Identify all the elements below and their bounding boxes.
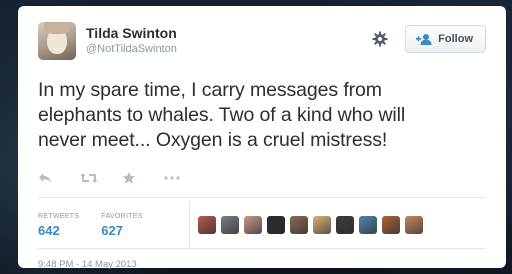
favoriter-avatar[interactable] [404,216,423,234]
reply-icon[interactable] [38,172,80,184]
favoriter-avatar[interactable] [197,216,216,234]
gear-icon[interactable] [369,28,391,50]
favorites-stat[interactable]: FAVORITES 627 [101,212,142,239]
favoriter-avatar[interactable] [381,216,400,234]
author-display-name[interactable]: Tilda Swinton [86,24,177,42]
follow-button[interactable]: Follow [405,25,486,53]
retweet-icon[interactable] [80,172,122,184]
tweet-text: In my spare time, I carry messages from … [38,79,406,151]
follow-label: Follow [438,33,473,45]
retweets-stat[interactable]: RETWEETS 642 [38,212,79,239]
more-icon[interactable] [164,176,206,180]
favoriter-avatar[interactable] [312,216,331,234]
favorite-icon[interactable] [122,171,164,185]
tweet-stats: RETWEETS 642 FAVORITES 627 [38,202,486,248]
favoriters-avatars [188,202,428,248]
retweets-label: RETWEETS [38,212,80,220]
add-user-icon [416,34,432,45]
tweet-timestamp[interactable]: 9:48 PM - 14 May 2013 [38,259,486,270]
favoriter-avatar[interactable] [243,216,262,234]
author-handle[interactable]: @NotTildaSwinton [86,42,177,56]
favoriter-avatar[interactable] [266,216,285,234]
favorites-label: FAVORITES [101,212,143,220]
divider-top [38,197,486,198]
favorites-count: 627 [101,222,123,238]
tweet-header: Tilda Swinton @NotTildaSwinton Follow [38,22,486,66]
favoriter-avatar[interactable] [335,216,354,234]
author-names: Tilda Swinton @NotTildaSwinton [86,22,177,56]
tweet-card: Tilda Swinton @NotTildaSwinton Follow In… [18,6,506,270]
avatar[interactable] [38,22,76,60]
favoriter-avatar[interactable] [220,216,239,234]
divider-bottom [38,248,486,249]
favoriter-avatar[interactable] [358,216,377,234]
retweets-count: 642 [38,222,60,238]
tweet-actions [38,167,486,189]
favoriter-avatar[interactable] [289,216,308,234]
